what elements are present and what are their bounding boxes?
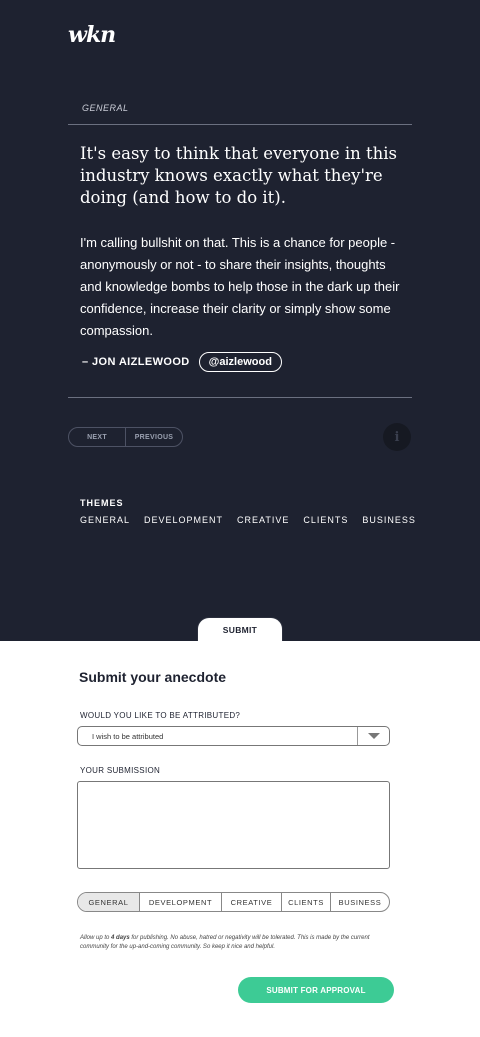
chevron-down-icon[interactable] [357,727,389,745]
theme-selector: GENERAL DEVELOPMENT CREATIVE CLIENTS BUS… [77,892,390,912]
wkn-logo[interactable]: wkn [68,22,116,48]
divider [68,124,412,125]
note-prefix: Allow up to [80,935,112,941]
themes-list: GENERAL DEVELOPMENT CREATIVE CLIENTS BUS… [80,515,416,525]
theme-link-business[interactable]: BUSINESS [362,515,416,525]
previous-button[interactable]: PREVIOUS [125,428,182,446]
hero-section: wkn GENERAL It's easy to think that ever… [0,0,480,642]
theme-option-business[interactable]: BUSINESS [330,893,389,911]
author-handle-link[interactable]: @aizlewood [198,352,282,372]
submit-form-section: Submit your anecdote WOULD YOU LIKE TO B… [0,641,480,1037]
post-category: GENERAL [82,103,129,113]
divider [68,397,412,398]
post-body: I'm calling bullshit on that. This is a … [80,235,400,338]
author-name: – JON AIZLEWOOD [82,356,190,368]
theme-link-development[interactable]: DEVELOPMENT [144,515,223,525]
attribution-select[interactable]: I wish to be attributed [77,726,390,746]
post-title: It's easy to think that everyone in this… [80,144,397,207]
submission-label: YOUR SUBMISSION [80,766,161,775]
submit-tab-button[interactable]: SUBMIT [197,617,283,642]
attribution-select-value: I wish to be attributed [92,731,164,741]
submission-note: Allow up to 4 days for publishing. No ab… [80,934,395,952]
theme-option-clients[interactable]: CLIENTS [281,893,330,911]
theme-link-general[interactable]: GENERAL [80,515,130,525]
theme-option-general[interactable]: GENERAL [78,893,139,911]
theme-link-creative[interactable]: CREATIVE [237,515,289,525]
submit-for-approval-button[interactable]: SUBMIT FOR APPROVAL [238,977,394,1003]
author-row: – JON AIZLEWOOD @aizlewood [82,352,282,372]
post-navigation: NEXT PREVIOUS [68,427,183,447]
theme-option-creative[interactable]: CREATIVE [221,893,281,911]
form-title: Submit your anecdote [79,669,227,685]
info-icon[interactable]: i [383,423,411,451]
attribution-label: WOULD YOU LIKE TO BE ATTRIBUTED? [80,711,241,720]
submission-textarea[interactable] [77,781,390,869]
theme-option-development[interactable]: DEVELOPMENT [139,893,221,911]
themes-heading: THEMES [80,498,124,508]
theme-link-clients[interactable]: CLIENTS [303,515,348,525]
next-button[interactable]: NEXT [69,428,125,446]
note-bold: 4 days [111,935,130,941]
